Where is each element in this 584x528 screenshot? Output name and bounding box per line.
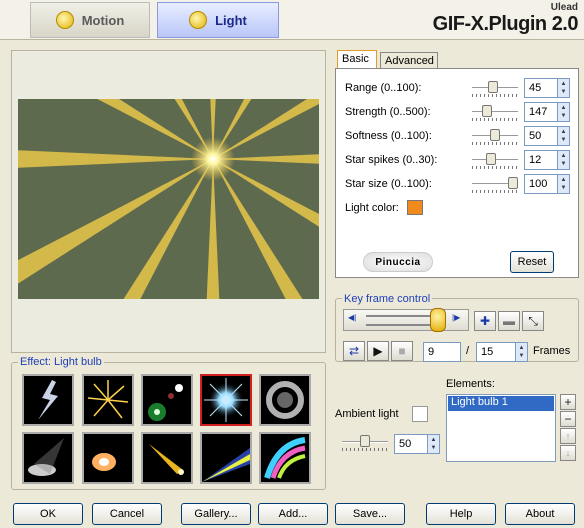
spin-arrows-icon[interactable]: ▲ ▼ (557, 175, 569, 193)
effect-thumb-halo[interactable] (259, 374, 311, 426)
softness-slider[interactable] (472, 126, 518, 146)
element-add-icon[interactable]: + (560, 394, 576, 410)
tab-basic[interactable]: Basic (337, 50, 377, 68)
basic-panel (335, 68, 579, 278)
current-frame-input[interactable]: 9 (423, 342, 461, 362)
preview-canvas (18, 99, 319, 299)
tab-light[interactable]: Light (157, 2, 279, 38)
effect-thumb-lens-flare[interactable] (141, 374, 193, 426)
ambient-stepper[interactable]: 50 ▲ ▼ (394, 434, 440, 454)
strength-value: 147 (529, 106, 548, 118)
signature-logo: Pinuccia (363, 252, 433, 272)
elements-list-item[interactable]: Light bulb 1 (448, 396, 554, 411)
light-color-label: Light color: (345, 202, 399, 214)
keyframe-slider[interactable]: ◀| |▶ (343, 308, 469, 332)
ambient-slider[interactable] (342, 432, 388, 452)
effect-label: Effect: Light bulb (18, 356, 104, 368)
range-value: 45 (529, 82, 542, 94)
effect-thumb-light-bulb[interactable] (200, 374, 252, 426)
effect-thumb-fireworks[interactable] (82, 374, 134, 426)
spin-arrows-icon[interactable]: ▲ ▼ (557, 79, 569, 97)
save-button[interactable]: Save... (335, 503, 405, 525)
reset-button[interactable]: Reset (510, 251, 554, 273)
total-frames-value: 15 (481, 346, 494, 358)
spikes-slider[interactable] (472, 150, 518, 170)
param-size-label: Star size (0..100): (345, 178, 432, 190)
effect-thumb-comet[interactable] (141, 432, 193, 484)
size-value: 100 (529, 178, 548, 190)
brand-vendor: Ulead (550, 2, 578, 13)
size-stepper[interactable]: 100 ▲ ▼ (524, 174, 570, 194)
spin-arrows-icon[interactable]: ▲ ▼ (557, 151, 569, 169)
range-slider[interactable] (472, 78, 518, 98)
brand-logo: Ulead GIF-X.Plugin 2.0 (432, 2, 579, 36)
softness-value: 50 (529, 130, 542, 142)
ambient-value: 50 (399, 438, 412, 450)
keyframe-start-icon: ◀| (348, 313, 357, 322)
elements-list[interactable]: Light bulb 1 (446, 394, 556, 462)
strength-slider[interactable] (472, 102, 518, 122)
param-strength-label: Strength (0..500): (345, 106, 431, 118)
add-keyframe-icon[interactable]: ✚ (474, 311, 496, 331)
play-icon[interactable]: ▶ (367, 341, 389, 361)
light-color-swatch[interactable] (407, 200, 423, 215)
param-softness-label: Softness (0..100): (345, 130, 432, 142)
tab-motion-label: Motion (81, 12, 125, 28)
about-button[interactable]: About (505, 503, 575, 525)
spikes-stepper[interactable]: 12 ▲ ▼ (524, 150, 570, 170)
total-frames-stepper[interactable]: 15 ▲ ▼ (476, 342, 528, 362)
softness-stepper[interactable]: 50 ▲ ▼ (524, 126, 570, 146)
cancel-button[interactable]: Cancel (92, 503, 162, 525)
effect-thumb-spotlight[interactable] (22, 432, 74, 484)
keyframe-label: Key frame control (342, 293, 433, 305)
frame-separator: / (466, 345, 470, 357)
spin-arrows-icon[interactable]: ▲ ▼ (515, 343, 527, 361)
tab-advanced-label: Advanced (385, 55, 434, 67)
brand-product: GIF-X.Plugin 2.0 (432, 13, 579, 35)
ambient-color-swatch[interactable] (412, 406, 428, 422)
star-burst-preview (18, 99, 319, 299)
stop-icon[interactable]: ■ (391, 341, 413, 361)
current-frame-value: 9 (428, 346, 435, 358)
spin-arrows-icon[interactable]: ▲ ▼ (557, 127, 569, 145)
frames-label: Frames (533, 345, 571, 357)
range-stepper[interactable]: 45 ▲ ▼ (524, 78, 570, 98)
effect-thumb-beam[interactable] (200, 432, 252, 484)
param-spikes-label: Star spikes (0..30): (345, 154, 438, 166)
element-up-icon[interactable]: ↑ (560, 428, 576, 444)
tab-light-label: Light (215, 12, 247, 28)
spin-arrows-icon[interactable]: ▲ ▼ (557, 103, 569, 121)
current-frame-marker[interactable] (430, 308, 446, 332)
gallery-button[interactable]: Gallery... (181, 503, 251, 525)
effect-thumb-rainbow[interactable] (259, 432, 311, 484)
strength-stepper[interactable]: 147 ▲ ▼ (524, 102, 570, 122)
tab-basic-label: Basic (342, 53, 369, 65)
motion-icon (55, 11, 74, 29)
keyframe-end-icon: |▶ (452, 313, 461, 322)
spikes-value: 12 (529, 154, 542, 166)
size-slider[interactable] (472, 174, 518, 194)
element-remove-icon[interactable]: − (560, 411, 576, 427)
ambient-label: Ambient light (335, 408, 399, 420)
reverse-icon[interactable]: ⤡ (522, 311, 544, 331)
tab-motion[interactable]: Motion (30, 2, 150, 38)
light-bulb-icon (189, 11, 208, 29)
param-range-label: Range (0..100): (345, 82, 422, 94)
add-button[interactable]: Add... (258, 503, 328, 525)
help-button[interactable]: Help (426, 503, 496, 525)
spin-arrows-icon[interactable]: ▲ ▼ (427, 435, 439, 453)
remove-keyframe-icon[interactable]: ▬ (498, 311, 520, 331)
effect-thumb-lightning[interactable] (22, 374, 74, 426)
effect-thumb-glow[interactable] (82, 432, 134, 484)
element-down-icon[interactable]: ↓ (560, 445, 576, 461)
ok-button[interactable]: OK (13, 503, 83, 525)
elements-label: Elements: (446, 378, 495, 390)
loop-icon[interactable]: ⇄ (343, 341, 365, 361)
